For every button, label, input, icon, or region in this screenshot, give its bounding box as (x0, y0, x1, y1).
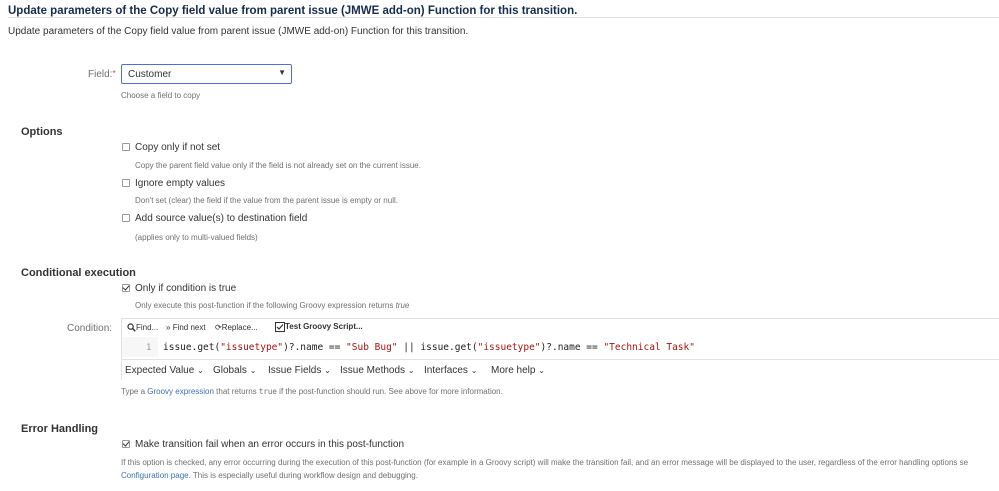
error-handling-heading: Error Handling (21, 423, 99, 435)
chevron-down-icon: ⌄ (470, 366, 478, 375)
copy-only-if-not-set-checkbox[interactable] (122, 143, 130, 151)
find-next-label: Find next (172, 323, 206, 332)
line-gutter (122, 337, 158, 357)
options-heading: Options (21, 126, 63, 138)
test-groovy-script-button[interactable]: Test Groovy Script... (275, 322, 363, 332)
page-description: Update parameters of the Copy field valu… (8, 26, 469, 37)
copy-only-if-not-set-help: Copy the parent field value only if the … (135, 161, 421, 170)
add-source-values-label[interactable]: Add source value(s) to destination field (135, 213, 307, 224)
fail-on-error-checkbox[interactable] (122, 440, 130, 448)
condition-label: Condition: (67, 323, 113, 334)
menu-expected-value[interactable]: Expected Value ⌄ (125, 365, 204, 376)
fail-on-error-label[interactable]: Make transition fail when an error occur… (135, 439, 404, 450)
title-divider (8, 17, 999, 18)
find-button[interactable]: Find... (127, 323, 159, 333)
groovy-editor[interactable]: Find... » Find next ⟳Replace... Test Gro… (121, 318, 999, 382)
configuration-page-link[interactable]: Configuration page (121, 471, 189, 480)
test-script-icon (275, 322, 285, 332)
menu-interfaces[interactable]: Interfaces ⌄ (424, 365, 477, 376)
required-marker: * (112, 69, 116, 78)
find-next-button[interactable]: » Find next (166, 323, 206, 332)
chevron-down-icon: ⌄ (407, 366, 415, 375)
groovy-expression-link[interactable]: Groovy expression (147, 387, 214, 396)
code-line[interactable]: issue.get("issuetype")?.name == "Sub Bug… (163, 342, 695, 353)
only-if-condition-true-checkbox[interactable] (122, 284, 130, 292)
chevron-down-icon: ⌄ (249, 366, 257, 375)
condition-help: Type a Groovy expression that returns tr… (121, 387, 503, 396)
line-number: 1 (146, 343, 152, 353)
test-groovy-script-label: Test Groovy Script... (285, 322, 363, 332)
copy-only-if-not-set-label[interactable]: Copy only if not set (135, 142, 220, 153)
menu-more-help[interactable]: More help ⌄ (491, 365, 545, 376)
find-label: Find... (136, 323, 159, 332)
dropdown-arrow-icon: ▼ (278, 68, 286, 77)
chevron-down-icon: ⌄ (324, 366, 331, 375)
add-source-values-checkbox[interactable] (122, 214, 130, 222)
menu-issue-fields[interactable]: Issue Fields ⌄ (268, 365, 331, 376)
field-label: Field:* (88, 69, 116, 80)
field-select-value: Customer (128, 69, 172, 80)
replace-button[interactable]: ⟳Replace... (215, 323, 258, 332)
error-handling-help-line2: Configuration page. This is especially u… (121, 471, 418, 480)
only-if-condition-true-label[interactable]: Only if condition is true (135, 283, 236, 294)
replace-label: Replace... (221, 323, 258, 332)
ignore-empty-values-label[interactable]: Ignore empty values (135, 178, 225, 189)
replace-icon: ⟳ (215, 323, 222, 332)
error-handling-help-line1: If this option is checked, any error occ… (121, 458, 969, 467)
ignore-empty-values-checkbox[interactable] (122, 179, 130, 187)
field-help: Choose a field to copy (121, 91, 201, 100)
search-icon (127, 323, 136, 333)
find-next-icon: » (166, 323, 171, 332)
add-source-values-help: (applies only to multi-valued fields) (135, 233, 258, 242)
only-if-condition-help: Only execute this post-function if the f… (135, 301, 410, 310)
menu-issue-methods[interactable]: Issue Methods ⌄ (340, 365, 415, 376)
conditional-execution-heading: Conditional execution (21, 267, 136, 279)
field-select[interactable]: Customer ▼ (121, 64, 292, 84)
page-title: Update parameters of the Copy field valu… (8, 5, 578, 17)
menu-globals[interactable]: Globals ⌄ (213, 365, 256, 376)
chevron-down-icon: ⌄ (538, 366, 545, 375)
chevron-down-icon: ⌄ (197, 366, 204, 375)
ignore-empty-values-help: Don't set (clear) the field if the value… (135, 196, 398, 205)
editor-menu-bar: Expected Value ⌄ Globals ⌄ Issue Fields … (122, 359, 999, 382)
